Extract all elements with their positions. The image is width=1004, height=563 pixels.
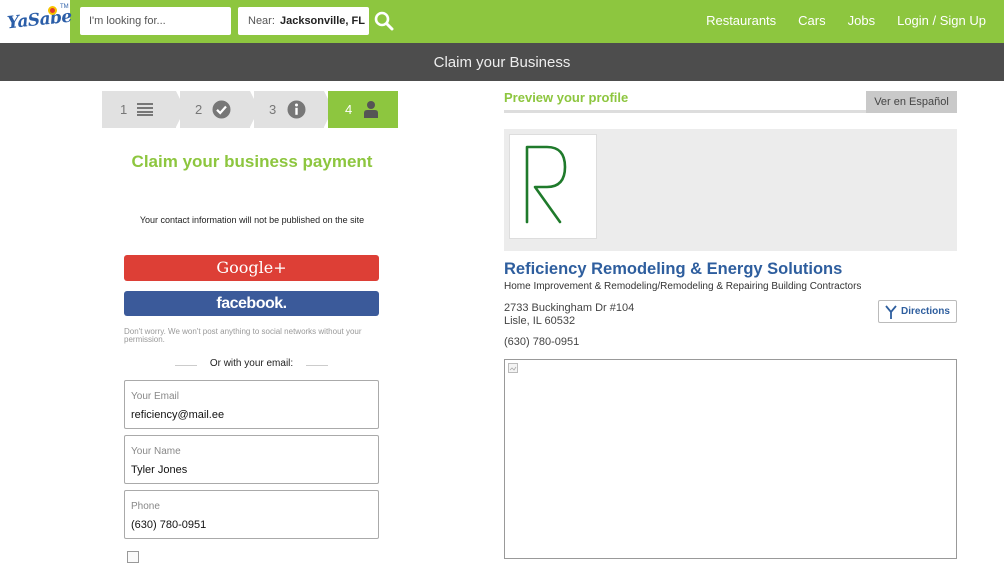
check-circle-icon [212,100,231,119]
search-input[interactable]: I'm looking for... [80,7,231,35]
info-circle-icon [287,100,306,119]
google-signin-button[interactable]: Google+ [124,255,379,281]
near-label: Near: [248,15,275,27]
step-2[interactable]: 2 [180,91,250,128]
email-field-value: reficiency@mail.ee [131,409,225,421]
nav-login-signup[interactable]: Login / Sign Up [897,13,986,28]
nav-cars[interactable]: Cars [798,13,825,28]
business-logo-mark [525,145,567,224]
business-logo [509,134,597,239]
directions-button[interactable]: Directions [878,300,957,323]
nav-restaurants[interactable]: Restaurants [706,13,776,28]
divider-line [306,365,328,366]
step-number: 3 [269,102,277,117]
or-email-divider: Or with your email: [124,358,379,372]
search-icon[interactable] [374,11,394,31]
business-address: 2733 Buckingham Dr #104 Lisle, IL 60532 [504,302,634,328]
name-field-label: Your Name [131,446,181,457]
address-line-2: Lisle, IL 60532 [504,315,576,327]
social-privacy-note: Don't worry. We won't post anything to s… [124,327,362,344]
directions-fork-icon [885,305,897,319]
step-number: 2 [195,102,203,117]
step-number: 1 [120,102,128,117]
page-title: Claim your Business [0,43,1004,81]
phone-field[interactable]: Phone (630) 780-0951 [124,490,379,539]
email-field[interactable]: Your Email reficiency@mail.ee [124,380,379,429]
directions-label: Directions [901,306,950,317]
step-number: 4 [345,102,353,117]
logo-trademark: TM [60,4,69,10]
preview-title: Preview your profile [504,90,629,105]
list-icon [137,103,153,116]
contact-info-note: Your contact information will not be pub… [139,215,365,225]
name-field[interactable]: Your Name Tyler Jones [124,435,379,484]
top-navbar: YaSabe TM I'm looking for... Near: Jacks… [0,0,1004,43]
step-4-active[interactable]: 4 [328,91,398,128]
user-icon [364,101,378,118]
nav-jobs[interactable]: Jobs [848,13,875,28]
main-nav: Restaurants Cars Jobs Login / Sign Up [706,13,986,28]
business-name[interactable]: Reficiency Remodeling & Energy Solutions [504,260,842,279]
broken-image-icon [508,363,518,373]
spanish-language-button[interactable]: Ver en Español [866,91,957,113]
logo-dot-icon [48,6,57,15]
phone-field-value: (630) 780-0951 [131,519,207,531]
site-logo[interactable]: YaSabe TM [0,0,73,43]
terms-checkbox[interactable] [127,551,139,563]
or-email-label: Or with your email: [209,358,294,369]
map-frame[interactable] [504,359,957,559]
divider-line [175,365,197,366]
step-1[interactable]: 1 [102,91,176,128]
facebook-signin-button[interactable]: facebook. [124,291,379,316]
progress-steps: 1 2 3 4 [102,91,398,128]
near-value: Jacksonville, FL [279,15,365,27]
near-location-input[interactable]: Near: Jacksonville, FL [238,7,369,35]
address-line-1: 2733 Buckingham Dr #104 [504,302,635,314]
email-field-label: Your Email [131,391,179,402]
name-field-value: Tyler Jones [131,464,188,476]
claim-form-title: Claim your business payment [131,152,373,171]
phone-field-label: Phone [131,501,160,512]
logo-text: YaSabe [6,6,73,34]
business-categories: Home Improvement & Remodeling/Remodeling… [504,281,862,292]
step-3[interactable]: 3 [254,91,324,128]
business-phone: (630) 780-0951 [504,336,580,348]
